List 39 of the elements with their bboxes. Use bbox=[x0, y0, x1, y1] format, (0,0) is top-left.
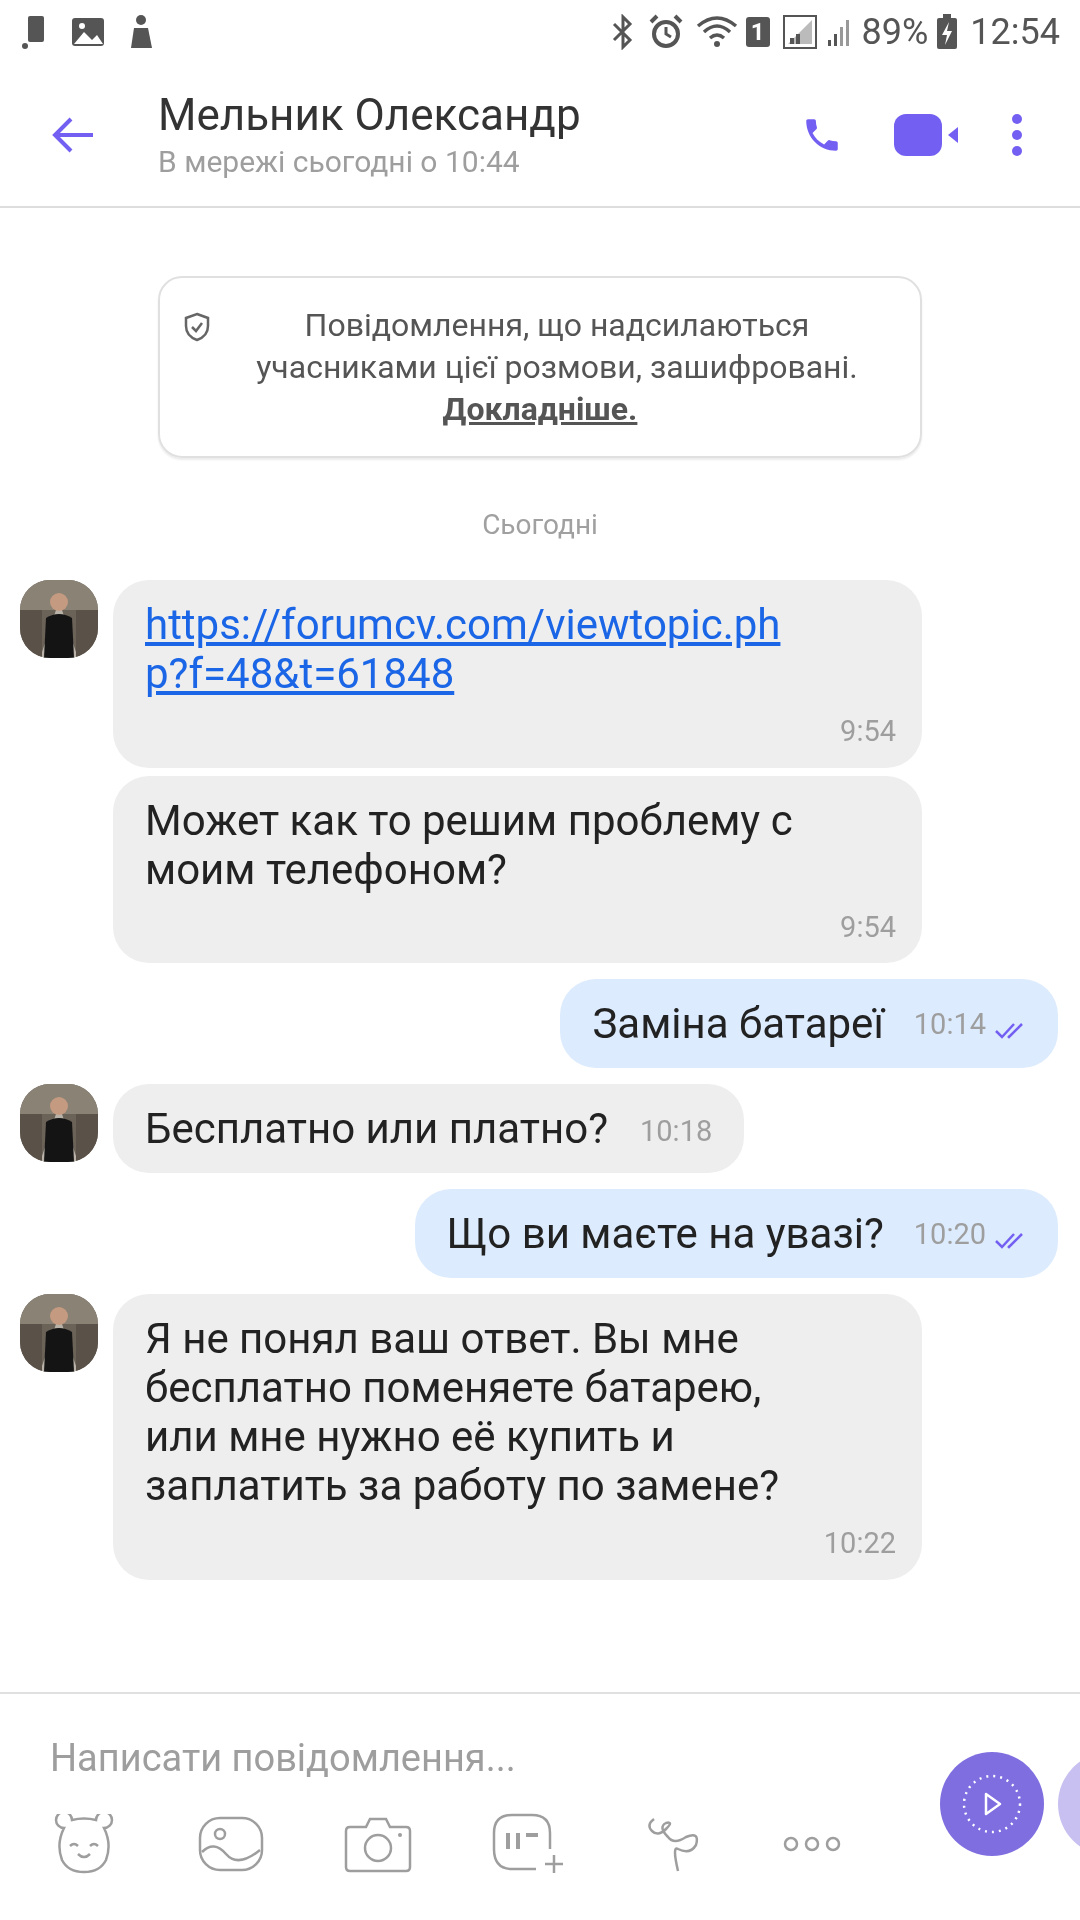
message-link[interactable]: https://forumcv.com/viewtopic.php?f=48&t=61848 bbox=[145, 600, 810, 698]
message-text: Що ви маєте на увазі? bbox=[446, 1209, 884, 1258]
message-time: 9:54 bbox=[840, 908, 896, 946]
play-icon bbox=[962, 1774, 1022, 1834]
message-time: 10:22 bbox=[823, 1525, 896, 1562]
wifi-icon bbox=[695, 14, 738, 50]
clock: 12:54 bbox=[970, 10, 1060, 55]
gif-sticker-icon bbox=[492, 1813, 564, 1875]
more-button[interactable] bbox=[782, 1834, 842, 1854]
message-time: 10:18 bbox=[640, 1112, 713, 1150]
learn-more-link[interactable]: Докладніше. bbox=[442, 388, 638, 430]
video-camera-icon bbox=[894, 114, 960, 156]
image-icon bbox=[198, 1816, 264, 1872]
gif-button[interactable] bbox=[492, 1813, 564, 1875]
message-text: Бесплатно или платно? bbox=[145, 1104, 608, 1153]
sim-badge: 1 bbox=[745, 17, 770, 47]
alarm-icon bbox=[647, 14, 684, 50]
message-input[interactable]: Написати повідомлення... bbox=[50, 1730, 870, 1787]
message-text: Заміна батареї bbox=[592, 999, 884, 1048]
message-time: 10:20 bbox=[913, 1215, 986, 1253]
shield-icon bbox=[184, 312, 210, 342]
contact-name: Мельник Олександр bbox=[158, 88, 582, 142]
online-status: В мережі сьогодні о 10:44 bbox=[158, 143, 521, 181]
message-time: 9:54 bbox=[840, 713, 896, 750]
battery-percentage: 89% bbox=[861, 10, 929, 55]
signal-icon bbox=[781, 14, 818, 50]
more-horizontal-icon bbox=[782, 1834, 842, 1854]
camera-button[interactable] bbox=[344, 1815, 412, 1873]
message-time: 10:14 bbox=[913, 1005, 986, 1043]
message-text: Может как то решим проблему с моим телефоном? bbox=[145, 795, 794, 894]
message-text: Я не понял ваш ответ. Вы мне бесплатно поменяете батарею, или мне нужно её купить и заплатить за работу по замене? bbox=[145, 1314, 781, 1510]
camera-icon bbox=[344, 1815, 412, 1873]
back-arrow-icon bbox=[51, 117, 95, 153]
gallery-button[interactable] bbox=[198, 1816, 264, 1872]
notice-text: Повідомлення, що надсилаються учасниками цієї розмови, зашифровані. bbox=[255, 305, 859, 388]
image-icon bbox=[70, 16, 106, 48]
date-separator: Сьогодні bbox=[482, 507, 598, 543]
more-vertical-icon bbox=[1011, 113, 1023, 157]
battery-charging-icon bbox=[936, 14, 959, 50]
